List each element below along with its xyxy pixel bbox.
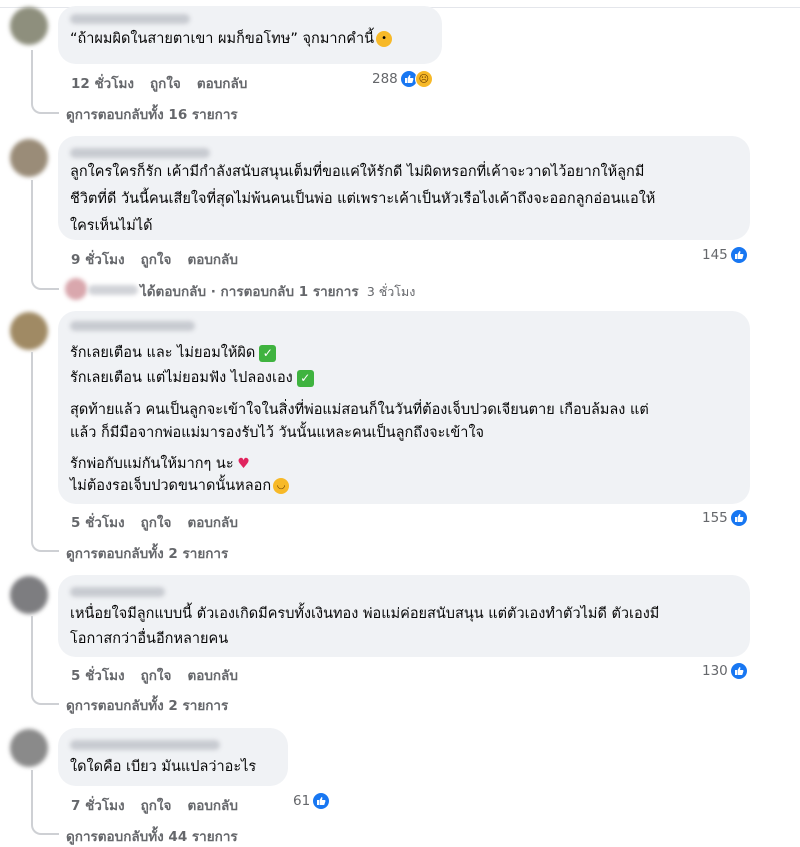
like-button[interactable]: ถูกใจ <box>141 798 172 814</box>
comment-text-line: ลูกใครใครก็รัก เค้ามีกำลังสนับสนุนเต็มที… <box>70 164 645 180</box>
comment-actions: 9 ชั่วโมง ถูกใจ ตอบกลับ <box>71 248 254 270</box>
comment-text: “ถ้าผมผิดในสายตาเขา ผมก็ขอโทษ” จุกมากคำน… <box>70 26 393 53</box>
reaction-count: 288 <box>372 71 398 87</box>
reaction-count: 145 <box>702 247 728 263</box>
thread-connector <box>31 616 59 705</box>
comment-bubble: เหนื่อยใจมีลูกแบบนี้ ตัวเองเกิดมีครบทั้ง… <box>58 575 750 657</box>
comment-text-line: โอกาสกว่าอื่นอีกหลายคน <box>70 631 229 647</box>
comment-actions: 7 ชั่วโมง ถูกใจ ตอบกลับ <box>71 794 254 816</box>
avatar[interactable] <box>10 139 48 177</box>
comment-bubble: “ถ้าผมผิดในสายตาเขา ผมก็ขอโทษ” จุกมากคำน… <box>58 6 442 64</box>
reply-button[interactable]: ตอบกลับ <box>187 515 237 531</box>
thread-connector <box>31 180 59 290</box>
comment-bubble: ลูกใครใครก็รัก เค้ามีกำลังสนับสนุนเต็มที… <box>58 136 750 240</box>
avatar[interactable] <box>10 312 48 350</box>
comment-text-line: ใครเห็นไม่ได้ <box>70 218 153 234</box>
reaction-summary[interactable]: 61 <box>293 792 331 810</box>
comment-text-line: รักเลยเตือน และ ไม่ยอมให้ผิด ✓ <box>70 340 277 367</box>
comment-text-line: แล้ว ก็มีมือจากพ่อแม่มารองรับไว้ วันนั้น… <box>70 425 485 441</box>
reply-preview-count: · การตอบกลับ 1 รายการ <box>206 284 359 300</box>
avatar[interactable] <box>10 729 48 767</box>
timestamp-link[interactable]: 9 ชั่วโมง <box>71 252 125 268</box>
comment-actions: 5 ชั่วโมง ถูกใจ ตอบกลับ <box>71 511 254 533</box>
check-mark-icon: ✓ <box>296 369 314 387</box>
commenter-name[interactable] <box>70 148 210 158</box>
like-icon <box>729 246 748 264</box>
comment-text-line: ไม่ต้องรอเจ็บปวดขนาดนั้นหลอก ◡ <box>70 473 290 500</box>
reply-author-name[interactable] <box>88 285 138 295</box>
reply-button[interactable]: ตอบกลับ <box>187 668 237 684</box>
view-replies-link[interactable]: ดูการตอบกลับทั้ง 44 รายการ <box>66 825 238 847</box>
reply-button[interactable]: ตอบกลับ <box>187 252 237 268</box>
thread-connector <box>31 770 59 835</box>
comment-bubble: รักเลยเตือน และ ไม่ยอมให้ผิด ✓ รักเลยเตือ… <box>58 311 750 504</box>
like-button[interactable]: ถูกใจ <box>141 515 172 531</box>
avatar[interactable] <box>10 576 48 614</box>
like-button[interactable]: ถูกใจ <box>141 668 172 684</box>
reply-preview[interactable]: ได้ตอบกลับ · การตอบกลับ 1 รายการ 3 ชั่วโ… <box>140 280 415 302</box>
comment-actions: 12 ชั่วโมง ถูกใจ ตอบกลับ <box>71 72 263 94</box>
timestamp-link[interactable]: 5 ชั่วโมง <box>71 668 125 684</box>
comment-text-line: ชีวิตที่ดี วันนี้คนเสียใจที่สุดไม่พ้นคนเ… <box>70 191 656 207</box>
timestamp-link[interactable]: 12 ชั่วโมง <box>71 76 134 92</box>
timestamp-link[interactable]: 7 ชั่วโมง <box>71 798 125 814</box>
avatar[interactable] <box>10 7 48 45</box>
reaction-count: 130 <box>702 663 728 679</box>
reply-preview-action: ได้ตอบกลับ <box>140 284 207 300</box>
sad-icon: ☹ <box>414 70 433 88</box>
reply-button[interactable]: ตอบกลับ <box>187 798 237 814</box>
heart-icon: ♥ <box>237 456 250 472</box>
reaction-count: 155 <box>702 510 728 526</box>
reply-avatar[interactable] <box>65 278 87 300</box>
reply-button[interactable]: ตอบกลับ <box>197 76 247 92</box>
like-button[interactable]: ถูกใจ <box>141 252 172 268</box>
comment-text-line: รักเลยเตือน แต่ไม่ยอมฟัง ไปลองเอง ✓ <box>70 365 314 392</box>
comment-bubble: ใดใดคือ เบียว มันแปลว่าอะไร <box>58 728 288 786</box>
pleading-face-icon: • <box>376 31 393 47</box>
view-replies-link[interactable]: ดูการตอบกลับทั้ง 2 รายการ <box>66 542 228 564</box>
commenter-name[interactable] <box>70 587 165 597</box>
commenter-name[interactable] <box>70 321 195 331</box>
reaction-summary[interactable]: 155 <box>702 509 748 527</box>
timestamp-link[interactable]: 5 ชั่วโมง <box>71 515 125 531</box>
thread-connector <box>31 50 59 114</box>
view-replies-link[interactable]: ดูการตอบกลับทั้ง 16 รายการ <box>66 103 238 125</box>
commenter-name[interactable] <box>70 740 220 750</box>
comment-text-line: เหนื่อยใจมีลูกแบบนี้ ตัวเองเกิดมีครบทั้ง… <box>70 606 660 622</box>
like-icon <box>729 662 748 680</box>
comment-actions: 5 ชั่วโมง ถูกใจ ตอบกลับ <box>71 664 254 686</box>
reply-preview-time: 3 ชั่วโมง <box>366 284 416 299</box>
thread-connector <box>31 352 59 552</box>
like-icon <box>729 509 748 527</box>
reaction-summary[interactable]: 288 ☹ <box>372 70 433 88</box>
check-mark-icon: ✓ <box>259 344 277 362</box>
reaction-summary[interactable]: 145 <box>702 246 748 264</box>
commenter-name[interactable] <box>70 14 190 24</box>
laughing-face-icon: ◡ <box>273 478 290 494</box>
reaction-summary[interactable]: 130 <box>702 662 748 680</box>
like-button[interactable]: ถูกใจ <box>150 76 181 92</box>
reaction-count: 61 <box>293 793 311 809</box>
like-icon <box>312 792 331 810</box>
comment-text: ใดใดคือ เบียว มันแปลว่าอะไร <box>70 759 257 775</box>
view-replies-link[interactable]: ดูการตอบกลับทั้ง 2 รายการ <box>66 694 228 716</box>
